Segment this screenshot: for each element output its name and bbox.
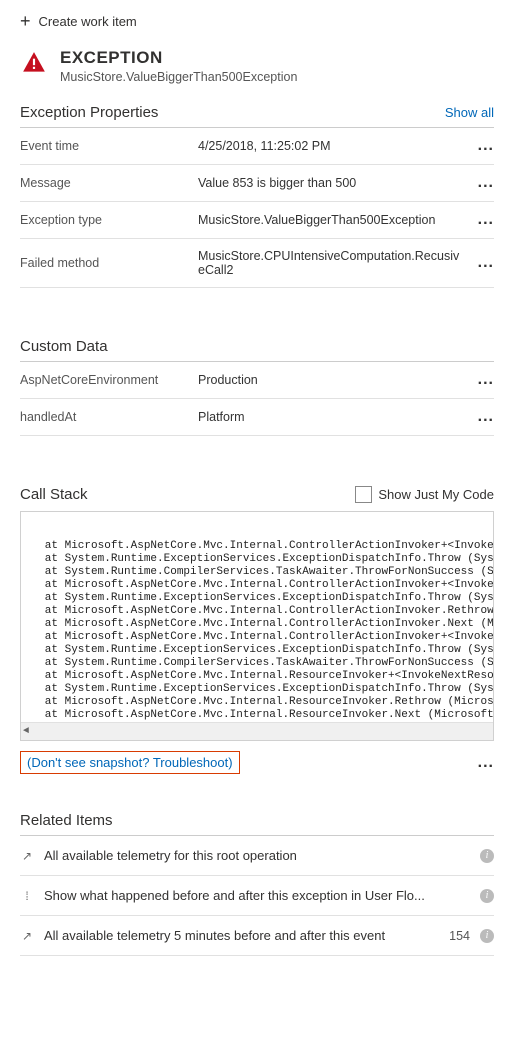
custom-key: AspNetCoreEnvironment (20, 373, 190, 387)
property-row: Message Value 853 is bigger than 500... (20, 165, 494, 202)
scroll-left-arrow-icon[interactable]: ◄ (23, 725, 29, 738)
custom-data-heading: Custom Data (20, 338, 108, 355)
show-just-my-code-checkbox[interactable]: Show Just My Code (355, 486, 494, 503)
exception-warning-icon (20, 50, 48, 76)
related-item-text: Show what happened before and after this… (44, 888, 460, 903)
property-value: 4/25/2018, 11:25:02 PM (198, 139, 466, 153)
show-all-link[interactable]: Show all (445, 105, 494, 120)
troubleshoot-snapshot-link[interactable]: (Don't see snapshot? Troubleshoot) (20, 751, 240, 774)
property-row: Exception type MusicStore.ValueBiggerThan… (20, 202, 494, 239)
related-item-icon: ↗ (20, 849, 34, 863)
info-icon[interactable]: i (480, 889, 494, 903)
related-item-count: 154 (449, 929, 470, 943)
info-icon[interactable]: i (480, 849, 494, 863)
related-item-text: All available telemetry 5 minutes before… (44, 928, 439, 943)
exception-properties-heading: Exception Properties (20, 104, 158, 121)
related-items-heading: Related Items (20, 812, 494, 836)
exception-subtitle: MusicStore.ValueBiggerThan500Exception (60, 70, 297, 84)
exception-properties-section: Exception Properties Show all Event time… (0, 94, 514, 288)
related-item[interactable]: ↗ All available telemetry for this root o… (20, 836, 494, 876)
custom-more-menu[interactable]: ... (474, 409, 494, 425)
checkbox-box-icon[interactable] (355, 486, 372, 503)
property-more-menu[interactable]: ... (474, 212, 494, 228)
property-more-menu[interactable]: ... (474, 255, 494, 271)
property-key: Failed method (20, 256, 190, 270)
related-item-text: All available telemetry for this root op… (44, 848, 460, 863)
call-stack-pane[interactable]: at Microsoft.AspNetCore.Mvc.Internal.Con… (20, 511, 494, 741)
property-key: Message (20, 176, 190, 190)
custom-more-menu[interactable]: ... (474, 372, 494, 388)
horizontal-scrollbar[interactable]: ◄ (21, 722, 493, 740)
custom-data-row: AspNetCoreEnvironment Production... (20, 362, 494, 399)
property-key: Exception type (20, 213, 190, 227)
property-key: Event time (20, 139, 190, 153)
property-more-menu[interactable]: ... (474, 175, 494, 191)
related-item-icon: ⁞ (20, 889, 34, 903)
info-icon[interactable]: i (480, 929, 494, 943)
property-value: Value 853 is bigger than 500 (198, 176, 466, 190)
related-item-icon: ↗ (20, 929, 34, 943)
property-value: MusicStore.CPUIntensiveComputation.Recus… (198, 249, 466, 277)
call-stack-heading: Call Stack (20, 486, 88, 503)
property-row: Failed method MusicStore.CPUIntensiveComp… (20, 239, 494, 288)
call-stack-more-menu[interactable]: ... (478, 754, 494, 772)
related-items-section: Related Items ↗ All available telemetry f… (0, 802, 514, 976)
custom-data-row: handledAt Platform... (20, 399, 494, 436)
related-item[interactable]: ↗ All available telemetry 5 minutes befor… (20, 916, 494, 956)
property-row: Event time 4/25/2018, 11:25:02 PM... (20, 128, 494, 165)
property-more-menu[interactable]: ... (474, 138, 494, 154)
exception-title: EXCEPTION (60, 48, 297, 68)
plus-icon[interactable]: + (20, 12, 31, 30)
show-just-my-code-label: Show Just My Code (378, 487, 494, 502)
call-stack-section: Call Stack Show Just My Code at Microsof… (0, 476, 514, 774)
custom-key: handledAt (20, 410, 190, 424)
exception-header: EXCEPTION MusicStore.ValueBiggerThan500E… (0, 42, 514, 94)
custom-value: Production (198, 373, 466, 387)
custom-data-section: Custom Data AspNetCoreEnvironment Product… (0, 328, 514, 436)
custom-value: Platform (198, 410, 466, 424)
property-value: MusicStore.ValueBiggerThan500Exception (198, 213, 466, 227)
create-work-item-button[interactable]: Create work item (39, 14, 137, 29)
related-item[interactable]: ⁞ Show what happened before and after thi… (20, 876, 494, 916)
toolbar: + Create work item (0, 0, 514, 42)
